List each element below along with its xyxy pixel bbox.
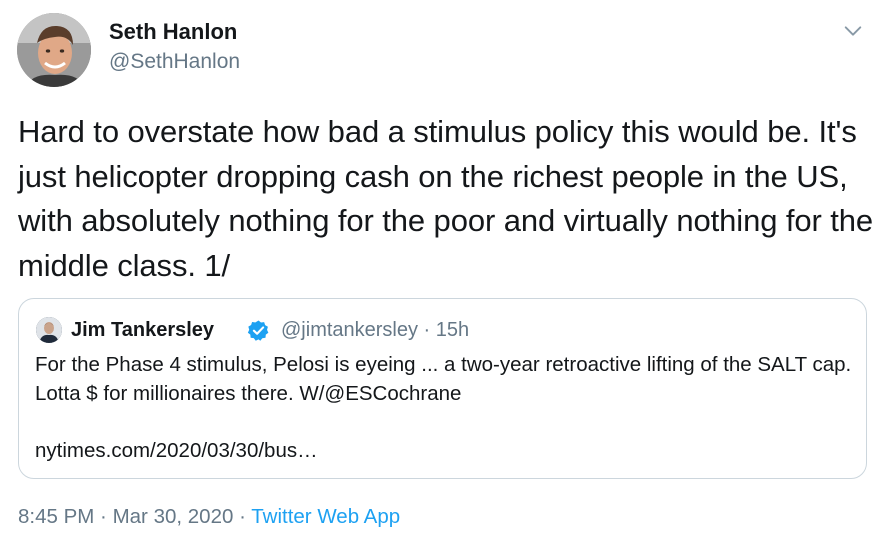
quoted-author-name: Jim Tankersley (71, 319, 215, 341)
quoted-author-avatar (36, 317, 62, 343)
author-handle[interactable]: @SethHanlon (109, 48, 240, 76)
quoted-text: For the Phase 4 stimulus, Pelosi is eyei… (35, 353, 852, 405)
quoted-handle-time: @jimtankersley · 15h (281, 319, 470, 341)
tweet-date[interactable]: Mar 30, 2020 (113, 505, 234, 528)
quoted-link[interactable]: nytimes.com/2020/03/30/bus… (35, 437, 318, 465)
tweet-source-link[interactable]: Twitter Web App (251, 505, 400, 528)
chevron-down-icon[interactable] (842, 20, 864, 42)
quoted-tweet[interactable]: Jim Tankersley @jimtankersley · 15h For … (18, 298, 867, 479)
verified-badge-icon (247, 319, 270, 342)
tweet-text: Hard to overstate how bad a stimulus pol… (18, 114, 874, 283)
tweet: Seth Hanlon @SethHanlon Hard to overstat… (0, 0, 886, 546)
tweet-footer: 8:45 PM · Mar 30, 2020 · Twitter Web App (18, 503, 400, 531)
separator: · (94, 505, 113, 528)
author-avatar[interactable] (17, 13, 91, 87)
tweet-time[interactable]: 8:45 PM (18, 505, 94, 528)
author-name[interactable]: Seth Hanlon (109, 18, 237, 46)
separator: · (233, 505, 252, 528)
